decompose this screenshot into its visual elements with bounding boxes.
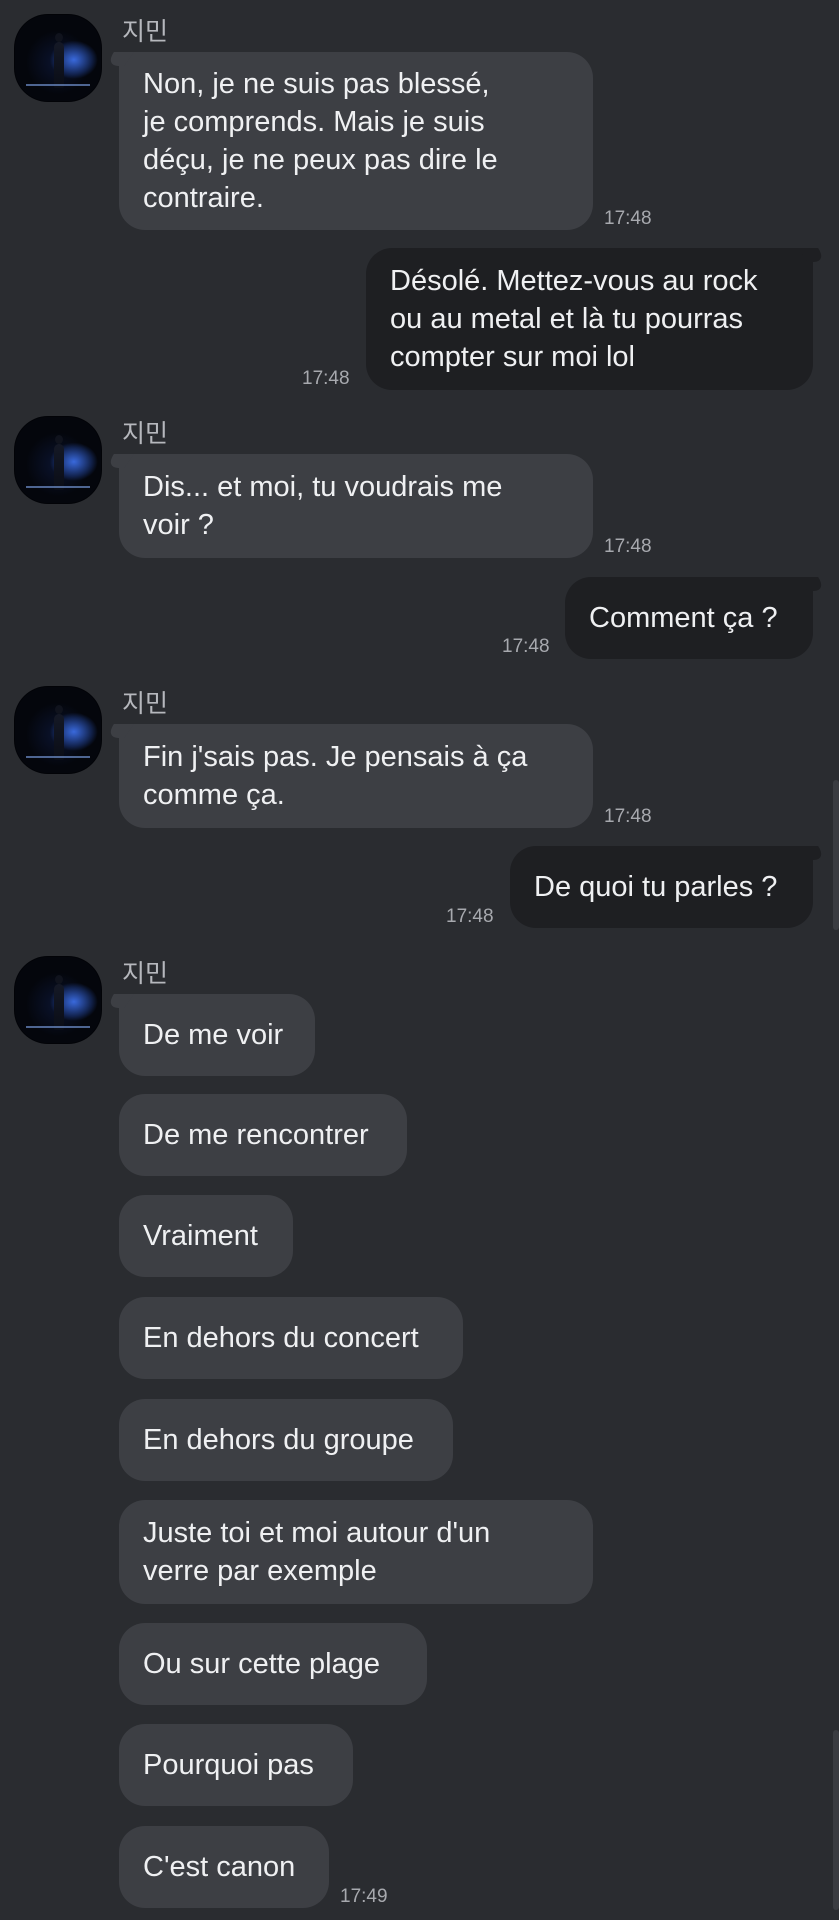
message-bubble-incoming[interactable]: Juste toi et moi autour d'un verre par e…: [119, 1500, 593, 1604]
message-bubble-incoming[interactable]: En dehors du groupe: [119, 1399, 453, 1481]
scrollbar-thumb[interactable]: [833, 1730, 839, 1910]
message-bubble-outgoing[interactable]: De quoi tu parles ?: [510, 846, 813, 928]
message-bubble-incoming[interactable]: Vraiment: [119, 1195, 293, 1277]
message-text: Ou sur cette plage: [143, 1648, 380, 1680]
message-timestamp: 17:48: [502, 636, 550, 657]
sender-name: 지민: [122, 689, 169, 718]
message-bubble-incoming[interactable]: Ou sur cette plage: [119, 1623, 427, 1705]
sender-name: 지민: [122, 419, 169, 448]
message-bubble-outgoing[interactable]: Désolé. Mettez-vous au rock ou au metal …: [366, 248, 813, 390]
contact-avatar[interactable]: [14, 686, 102, 774]
message-timestamp: 17:48: [302, 368, 350, 389]
avatar-stage-light: [26, 486, 90, 488]
avatar-stage-light: [26, 84, 90, 86]
message-text: En dehors du groupe: [143, 1424, 414, 1456]
contact-avatar[interactable]: [14, 14, 102, 102]
message-timestamp: 17:48: [446, 906, 494, 927]
contact-avatar[interactable]: [14, 416, 102, 504]
message-timestamp: 17:48: [604, 208, 652, 229]
message-bubble-incoming[interactable]: Dis... et moi, tu voudrais me voir ?: [119, 454, 593, 558]
message-text: En dehors du concert: [143, 1322, 419, 1354]
avatar-figure: [54, 705, 64, 760]
message-text: Vraiment: [143, 1220, 258, 1252]
avatar-figure: [54, 435, 64, 490]
message-bubble-incoming[interactable]: Fin j'sais pas. Je pensais à ça comme ça…: [119, 724, 593, 828]
message-text: Dis... et moi, tu voudrais me voir ?: [143, 471, 503, 541]
message-text: Pourquoi pas: [143, 1749, 314, 1781]
message-timestamp: 17:48: [604, 806, 652, 827]
message-bubble-incoming[interactable]: De me voir: [119, 994, 315, 1076]
message-bubble-outgoing[interactable]: Comment ça ?: [565, 577, 813, 659]
message-text: Juste toi et moi autour d'un verre par e…: [143, 1517, 491, 1587]
contact-avatar[interactable]: [14, 956, 102, 1044]
sender-name: 지민: [122, 17, 169, 46]
message-text: De quoi tu parles ?: [534, 871, 778, 903]
message-bubble-incoming[interactable]: Pourquoi pas: [119, 1724, 353, 1806]
avatar-stage-light: [26, 1026, 90, 1028]
message-bubble-incoming[interactable]: En dehors du concert: [119, 1297, 463, 1379]
message-text: Fin j'sais pas. Je pensais à ça comme ça…: [143, 741, 528, 811]
message-bubble-incoming[interactable]: De me rencontrer: [119, 1094, 407, 1176]
scrollbar-thumb[interactable]: [833, 780, 839, 930]
message-timestamp: 17:48: [604, 536, 652, 557]
message-text: De me voir: [143, 1019, 284, 1051]
avatar-stage-light: [26, 756, 90, 758]
avatar-figure: [54, 975, 64, 1030]
avatar-figure: [54, 33, 64, 88]
message-text: C'est canon: [143, 1851, 296, 1883]
message-text: Non, je ne suis pas blessé, je comprends…: [143, 68, 498, 214]
message-text: Comment ça ?: [589, 602, 778, 634]
message-text: De me rencontrer: [143, 1119, 369, 1151]
message-timestamp: 17:49: [340, 1886, 388, 1907]
message-bubble-incoming[interactable]: Non, je ne suis pas blessé, je comprends…: [119, 52, 593, 230]
message-bubble-incoming[interactable]: C'est canon: [119, 1826, 329, 1908]
message-text: Désolé. Mettez-vous au rock ou au metal …: [390, 265, 758, 373]
sender-name: 지민: [122, 959, 169, 988]
